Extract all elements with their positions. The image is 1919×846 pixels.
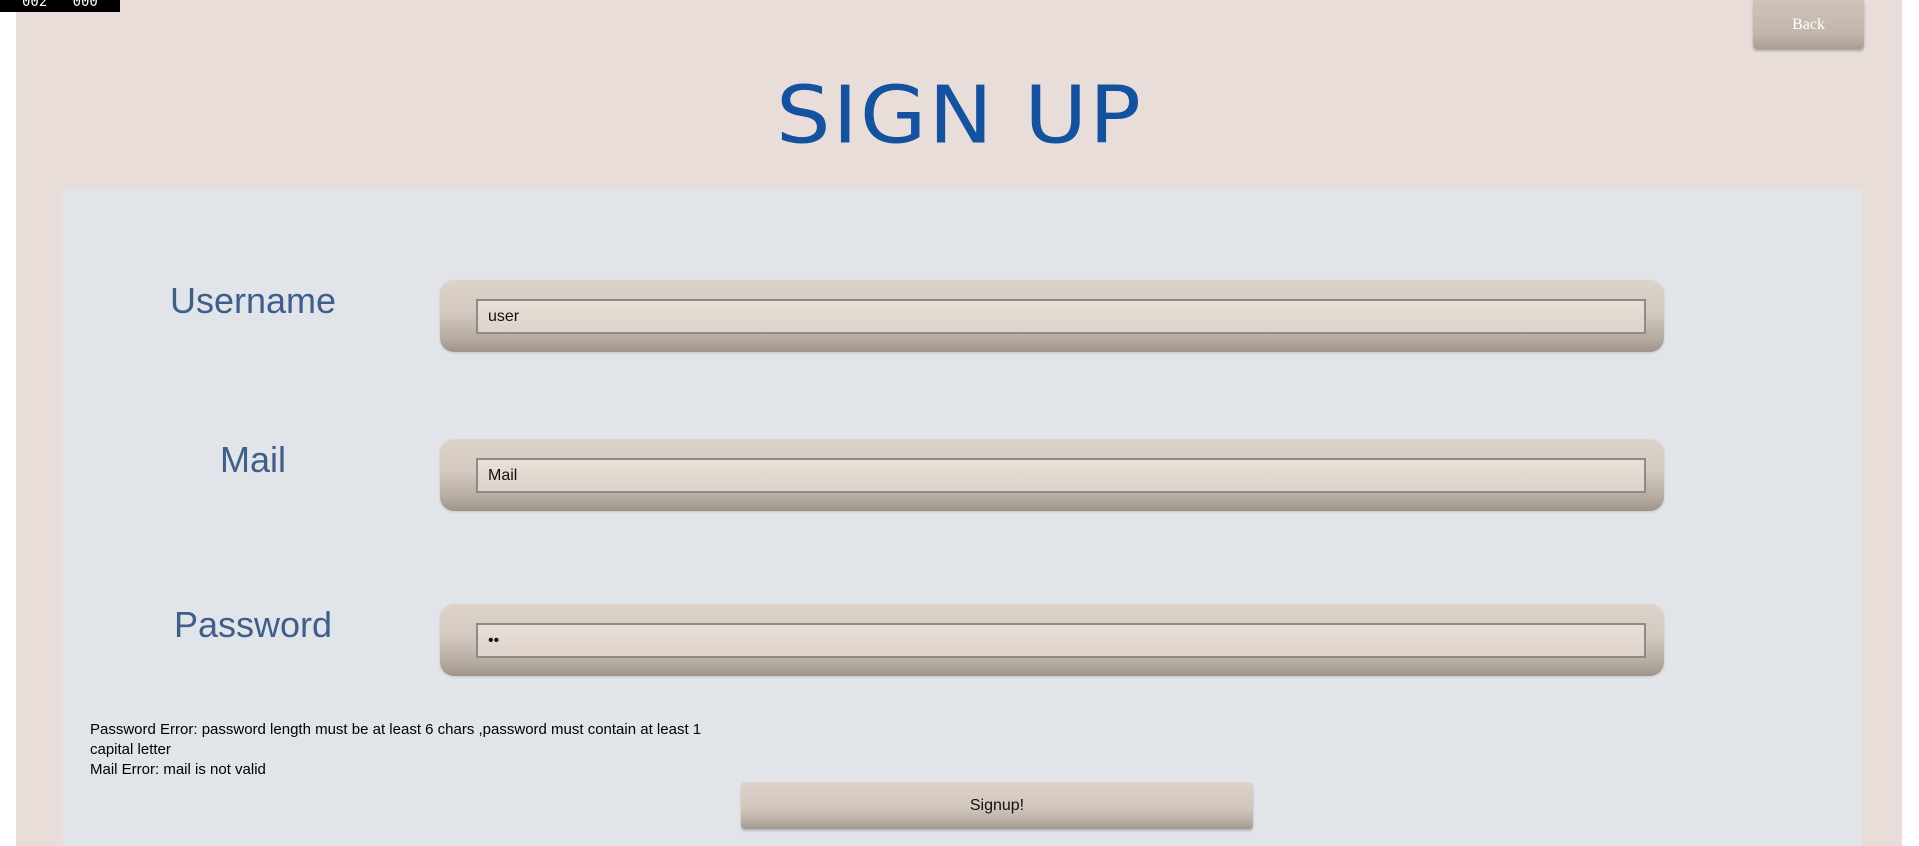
mail-error: Mail Error: mail is not valid xyxy=(90,761,266,778)
password-input[interactable] xyxy=(476,623,1646,658)
password-error-line-1: Password Error: password length must be … xyxy=(90,721,702,738)
back-button[interactable]: Back xyxy=(1753,0,1864,49)
frame-counter-overlay: 002 000 xyxy=(0,0,120,12)
username-input[interactable] xyxy=(476,299,1646,334)
mail-field-frame xyxy=(440,439,1664,511)
mail-input[interactable] xyxy=(476,458,1646,493)
password-field-frame xyxy=(440,604,1664,676)
validation-errors: Password Error: password length must be … xyxy=(90,720,730,780)
username-field-frame xyxy=(440,280,1664,352)
username-label: Username xyxy=(169,280,337,321)
page-title: SIGN UP xyxy=(775,70,1144,162)
mail-label: Mail xyxy=(219,439,286,480)
password-label: Password xyxy=(173,604,333,645)
signup-button[interactable]: Signup! xyxy=(741,782,1253,829)
password-error-line-2: capital letter xyxy=(90,741,171,758)
